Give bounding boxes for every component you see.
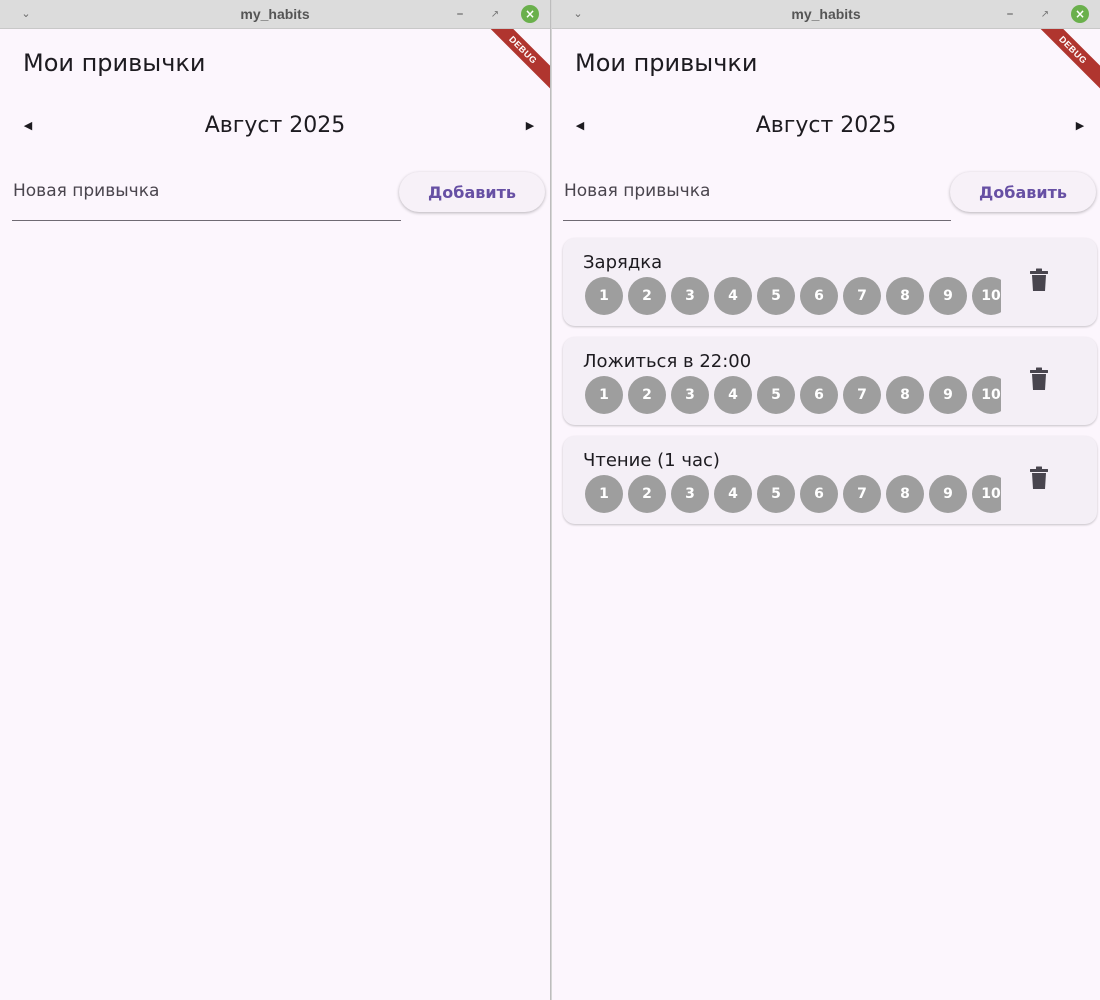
page-title: Мои привычки bbox=[575, 49, 758, 77]
new-habit-input[interactable] bbox=[563, 175, 951, 221]
day-strip: 1 2 3 4 5 6 7 8 9 10 bbox=[585, 277, 1001, 317]
day-toggle[interactable]: 1 bbox=[585, 277, 623, 315]
day-toggle[interactable]: 1 bbox=[585, 475, 623, 513]
day-toggle[interactable]: 3 bbox=[671, 376, 709, 414]
habit-name: Чтение (1 час) bbox=[583, 450, 720, 471]
day-toggle[interactable]: 7 bbox=[843, 475, 881, 513]
day-toggle[interactable]: 6 bbox=[800, 277, 838, 315]
title-bar: ⌄ my_habits – ↗ × bbox=[552, 0, 1100, 29]
day-strip: 1 2 3 4 5 6 7 8 9 10 bbox=[585, 376, 1001, 416]
close-icon[interactable]: × bbox=[1071, 5, 1089, 23]
day-toggle[interactable]: 7 bbox=[843, 376, 881, 414]
day-toggle[interactable]: 6 bbox=[800, 475, 838, 513]
day-toggle[interactable]: 4 bbox=[714, 376, 752, 414]
day-toggle[interactable]: 10 bbox=[972, 475, 1001, 513]
minimize-icon[interactable]: – bbox=[452, 7, 468, 22]
day-toggle[interactable]: 2 bbox=[628, 475, 666, 513]
title-bar: ⌄ my_habits – ↗ × bbox=[0, 0, 550, 29]
add-habit-button[interactable]: Добавить bbox=[950, 172, 1096, 212]
page-title: Мои привычки bbox=[23, 49, 206, 77]
trash-icon bbox=[1030, 367, 1048, 390]
day-toggle[interactable]: 1 bbox=[585, 376, 623, 414]
add-habit-button[interactable]: Добавить bbox=[399, 172, 545, 212]
trash-icon bbox=[1030, 268, 1048, 291]
close-icon[interactable]: × bbox=[521, 5, 539, 23]
day-toggle[interactable]: 9 bbox=[929, 376, 967, 414]
day-toggle[interactable]: 4 bbox=[714, 277, 752, 315]
debug-ribbon-label: DEBUG bbox=[478, 29, 550, 95]
debug-banner: DEBUG bbox=[1020, 29, 1100, 109]
day-toggle[interactable]: 6 bbox=[800, 376, 838, 414]
day-toggle[interactable]: 8 bbox=[886, 475, 924, 513]
habit-card: Зарядка 1 2 3 4 5 6 7 8 9 10 bbox=[563, 238, 1097, 326]
day-toggle[interactable]: 4 bbox=[714, 475, 752, 513]
day-toggle[interactable]: 5 bbox=[757, 277, 795, 315]
habit-name: Ложиться в 22:00 bbox=[583, 351, 752, 372]
arrow-right-icon[interactable]: ▶ bbox=[1070, 116, 1090, 136]
day-toggle[interactable]: 8 bbox=[886, 376, 924, 414]
day-toggle[interactable]: 3 bbox=[671, 475, 709, 513]
day-toggle[interactable]: 7 bbox=[843, 277, 881, 315]
day-toggle[interactable]: 10 bbox=[972, 277, 1001, 315]
day-toggle[interactable]: 10 bbox=[972, 376, 1001, 414]
day-strip: 1 2 3 4 5 6 7 8 9 10 bbox=[585, 475, 1001, 515]
restore-icon[interactable]: ↗ bbox=[487, 8, 503, 22]
new-habit-input[interactable] bbox=[12, 175, 401, 221]
month-label: Август 2025 bbox=[204, 113, 346, 138]
day-toggle[interactable]: 5 bbox=[757, 376, 795, 414]
day-toggle[interactable]: 5 bbox=[757, 475, 795, 513]
delete-habit-button[interactable] bbox=[1029, 365, 1053, 393]
delete-habit-button[interactable] bbox=[1029, 266, 1053, 294]
delete-habit-button[interactable] bbox=[1029, 464, 1053, 492]
habit-list: Зарядка 1 2 3 4 5 6 7 8 9 10 Ложиться в 22:00 123… bbox=[563, 238, 1097, 535]
minimize-icon[interactable]: – bbox=[1002, 7, 1018, 22]
day-toggle[interactable]: 3 bbox=[671, 277, 709, 315]
app-window-right: ⌄ my_habits – ↗ × DEBUG Мои привычки ◀ А… bbox=[552, 0, 1100, 1000]
day-toggle[interactable]: 2 bbox=[628, 376, 666, 414]
desktop: ⌄ my_habits – ↗ × DEBUG Мои привычки ◀ А… bbox=[0, 0, 1100, 1000]
debug-ribbon-label: DEBUG bbox=[1028, 29, 1100, 95]
habit-name: Зарядка bbox=[583, 252, 663, 273]
month-label: Август 2025 bbox=[755, 113, 897, 138]
habit-card: Ложиться в 22:00 1 2 3 4 5 6 7 8 9 10 bbox=[563, 337, 1097, 425]
day-toggle[interactable]: 2 bbox=[628, 277, 666, 315]
habit-card: Чтение (1 час) 1 2 3 4 5 6 7 8 9 10 bbox=[563, 436, 1097, 524]
debug-banner: DEBUG bbox=[470, 29, 550, 109]
trash-icon bbox=[1030, 466, 1048, 489]
day-toggle[interactable]: 8 bbox=[886, 277, 924, 315]
arrow-right-icon[interactable]: ▶ bbox=[520, 116, 540, 136]
restore-icon[interactable]: ↗ bbox=[1037, 8, 1053, 22]
day-toggle[interactable]: 9 bbox=[929, 277, 967, 315]
day-toggle[interactable]: 9 bbox=[929, 475, 967, 513]
app-window-left: ⌄ my_habits – ↗ × DEBUG Мои привычки ◀ А… bbox=[0, 0, 551, 1000]
